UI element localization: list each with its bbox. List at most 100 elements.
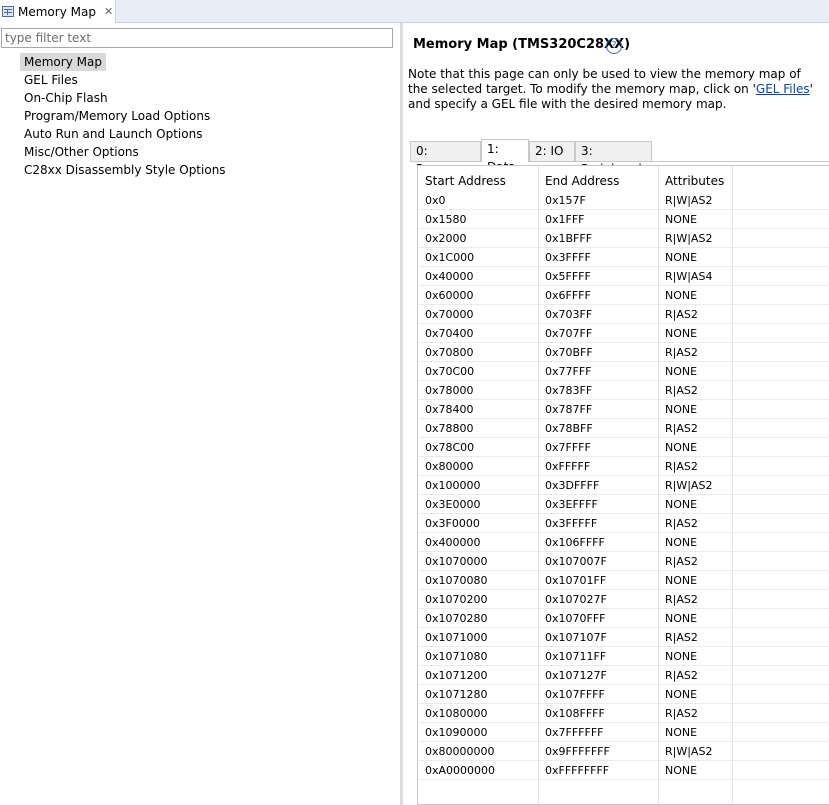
table-row[interactable]: 0x1071280 0x107FFFF NONE xyxy=(418,685,829,704)
header-start-address[interactable]: Start Address xyxy=(425,171,506,191)
header-attributes[interactable]: Attributes xyxy=(665,171,724,191)
attributes-cell: R|W|AS2 xyxy=(665,479,713,492)
table-row[interactable]: 0x70C00 0x77FFF NONE xyxy=(418,362,829,381)
table-row[interactable]: 0x2000 0x1BFFF R|W|AS2 xyxy=(418,229,829,248)
table-row[interactable]: 0x70000 0x703FF R|AS2 xyxy=(418,305,829,324)
table-row[interactable]: 0x1090000 0x7FFFFFF NONE xyxy=(418,723,829,742)
start-address-cell: 0x80000000 xyxy=(425,745,495,758)
start-address-cell: 0x1070080 xyxy=(425,574,488,587)
attributes-cell: NONE xyxy=(665,365,698,378)
tab-io[interactable]: 2: IO xyxy=(529,141,575,161)
memory-map-tab[interactable]: Memory Map ✕ xyxy=(0,0,116,23)
table-row[interactable]: 0x60000 0x6FFFF NONE xyxy=(418,286,829,305)
start-address-cell: 0x78000 xyxy=(425,384,474,397)
end-address-cell: 0x3FFFFF xyxy=(545,517,598,530)
start-address-cell: 0x1070200 xyxy=(425,593,488,606)
tab-data[interactable]: 1: Data xyxy=(481,139,529,174)
tree-item[interactable]: Misc/Other Options xyxy=(20,143,230,161)
end-address-cell: 0x107FFFF xyxy=(545,688,605,701)
tab-peripheral[interactable]: 3: Peripheral xyxy=(575,141,652,176)
start-address-cell: 0x78800 xyxy=(425,422,474,435)
attributes-cell: R|AS2 xyxy=(665,460,698,473)
attributes-cell: R|AS2 xyxy=(665,422,698,435)
end-address-cell: 0x107027F xyxy=(545,593,607,606)
filter-input[interactable] xyxy=(1,28,393,48)
start-address-cell: 0x70400 xyxy=(425,327,474,340)
tree-item[interactable]: Program/Memory Load Options xyxy=(20,107,230,125)
table-row[interactable]: 0x80000 0xFFFFF R|AS2 xyxy=(418,457,829,476)
end-address-cell: 0xFFFFFFFF xyxy=(545,764,610,777)
start-address-cell: 0x0 xyxy=(425,194,446,207)
table-row[interactable]: 0x1070000 0x107007F R|AS2 xyxy=(418,552,829,571)
end-address-cell: 0x10701FF xyxy=(545,574,607,587)
table-row[interactable]: 0x78400 0x787FF NONE xyxy=(418,400,829,419)
start-address-cell: 0x1090000 xyxy=(425,726,488,739)
attributes-cell: R|W|AS4 xyxy=(665,270,713,283)
start-address-cell: 0x70000 xyxy=(425,308,474,321)
table-row[interactable]: 0x0 0x157F R|W|AS2 xyxy=(418,191,829,210)
start-address-cell: 0x78400 xyxy=(425,403,474,416)
page-title: Memory Map (TMS320C28XX) xyxy=(413,37,631,52)
table-row[interactable]: 0x70400 0x707FF NONE xyxy=(418,324,829,343)
table-body: 0x0 0x157F R|W|AS2 0x1580 0x1FFF NONE 0x2000 0x… xyxy=(418,191,829,780)
table-row[interactable]: 0x1080000 0x108FFFF R|AS2 xyxy=(418,704,829,723)
table-row[interactable]: 0x3F0000 0x3FFFFF R|AS2 xyxy=(418,514,829,533)
header-end-address[interactable]: End Address xyxy=(545,171,619,191)
attributes-cell: R|AS2 xyxy=(665,669,698,682)
start-address-cell: 0x1071200 xyxy=(425,669,488,682)
table-row[interactable]: 0x100000 0x3DFFFF R|W|AS2 xyxy=(418,476,829,495)
table-row[interactable]: 0x1070080 0x10701FF NONE xyxy=(418,571,829,590)
table-row[interactable]: 0x1071080 0x10711FF NONE xyxy=(418,647,829,666)
table-row[interactable]: 0xA0000000 0xFFFFFFFF NONE xyxy=(418,761,829,780)
table-row[interactable]: 0x80000000 0x9FFFFFFF R|W|AS2 xyxy=(418,742,829,761)
tree-item[interactable]: Memory Map xyxy=(20,53,106,71)
attributes-cell: R|AS2 xyxy=(665,707,698,720)
memory-map-table: Start Address End Address Attributes 0x0… xyxy=(417,165,829,805)
start-address-cell: 0x100000 xyxy=(425,479,481,492)
end-address-cell: 0x10711FF xyxy=(545,650,607,663)
table-row[interactable]: 0x78800 0x78BFF R|AS2 xyxy=(418,419,829,438)
table-row[interactable]: 0x1071000 0x107107F R|AS2 xyxy=(418,628,829,647)
start-address-cell: 0x80000 xyxy=(425,460,474,473)
end-address-cell: 0x108FFFF xyxy=(545,707,605,720)
end-address-cell: 0x70BFF xyxy=(545,346,593,359)
attributes-cell: NONE xyxy=(665,764,698,777)
start-address-cell: 0x400000 xyxy=(425,536,481,549)
table-row[interactable]: 0x78000 0x783FF R|AS2 xyxy=(418,381,829,400)
table-row[interactable]: 0x70800 0x70BFF R|AS2 xyxy=(418,343,829,362)
tab-program[interactable]: 0: Program xyxy=(410,141,481,176)
table-row[interactable]: 0x1071200 0x107127F R|AS2 xyxy=(418,666,829,685)
start-address-cell: 0x2000 xyxy=(425,232,467,245)
right-pane: Memory Map (TMS320C28XX) ? Note that thi… xyxy=(403,23,829,805)
attributes-cell: NONE xyxy=(665,612,698,625)
attributes-cell: R|W|AS2 xyxy=(665,745,713,758)
table-row[interactable]: 0x40000 0x5FFFF R|W|AS4 xyxy=(418,267,829,286)
help-icon[interactable]: ? xyxy=(606,38,622,54)
editor-tab-bar: Memory Map ✕ xyxy=(0,0,829,23)
close-icon[interactable]: ✕ xyxy=(104,5,113,18)
note-text-start: Note that this page can only be used to … xyxy=(408,67,801,96)
table-row[interactable]: 0x1580 0x1FFF NONE xyxy=(418,210,829,229)
tree-item[interactable]: GEL Files xyxy=(20,71,230,89)
table-row[interactable]: 0x3E0000 0x3EFFFF NONE xyxy=(418,495,829,514)
start-address-cell: 0x1080000 xyxy=(425,707,488,720)
table-row[interactable]: 0x1070280 0x1070FFF NONE xyxy=(418,609,829,628)
attributes-cell: NONE xyxy=(665,536,698,549)
attributes-cell: R|W|AS2 xyxy=(665,194,713,207)
table-row[interactable]: 0x78C00 0x7FFFF NONE xyxy=(418,438,829,457)
table-row[interactable]: 0x400000 0x106FFFF NONE xyxy=(418,533,829,552)
tree-item[interactable]: C28xx Disassembly Style Options xyxy=(20,161,230,179)
end-address-cell: 0x707FF xyxy=(545,327,593,340)
start-address-cell: 0x78C00 xyxy=(425,441,475,454)
start-address-cell: 0x1580 xyxy=(425,213,467,226)
end-address-cell: 0x783FF xyxy=(545,384,593,397)
attributes-cell: R|AS2 xyxy=(665,593,698,606)
table-view-icon xyxy=(2,6,14,17)
attributes-cell: R|W|AS2 xyxy=(665,232,713,245)
table-row[interactable]: 0x1C000 0x3FFFF NONE xyxy=(418,248,829,267)
table-row[interactable]: 0x1070200 0x107027F R|AS2 xyxy=(418,590,829,609)
gel-files-link[interactable]: GEL Files xyxy=(756,82,810,96)
start-address-cell: 0x40000 xyxy=(425,270,474,283)
tree-item[interactable]: On-Chip Flash xyxy=(20,89,230,107)
tree-item[interactable]: Auto Run and Launch Options xyxy=(20,125,230,143)
